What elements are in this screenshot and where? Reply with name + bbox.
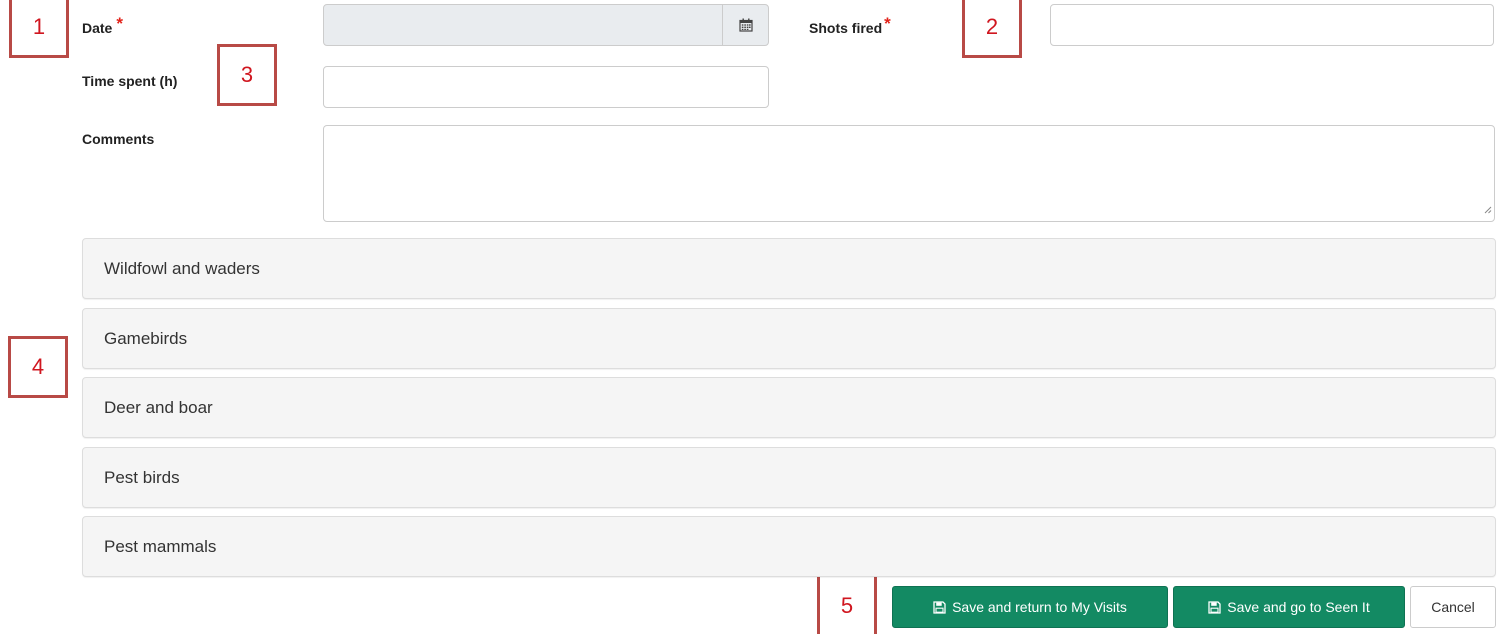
cancel-button[interactable]: Cancel xyxy=(1410,586,1496,628)
cancel-label: Cancel xyxy=(1431,599,1475,615)
comments-label: Comments xyxy=(82,131,154,147)
section-title: Pest birds xyxy=(104,467,180,487)
section-title: Wildfowl and waders xyxy=(104,258,260,278)
date-label: Date * xyxy=(82,14,123,38)
section-deer-and-boar[interactable]: Deer and boar xyxy=(82,377,1496,438)
annotation-number: 2 xyxy=(985,14,999,39)
date-field[interactable] xyxy=(323,4,769,46)
shots-fired-input[interactable] xyxy=(1050,4,1494,46)
annotation-marker-5: 5 xyxy=(817,574,877,634)
calendar-icon xyxy=(738,18,753,32)
shots-fired-label-text: Shots fired xyxy=(809,20,883,36)
section-title: Deer and boar xyxy=(104,397,213,417)
resize-handle-icon[interactable] xyxy=(1484,201,1492,219)
comments-label-text: Comments xyxy=(82,131,155,147)
save-return-button[interactable]: Save and return to My Visits xyxy=(892,586,1168,628)
annotation-number: 5 xyxy=(840,593,854,618)
section-gamebirds[interactable]: Gamebirds xyxy=(82,308,1496,369)
section-pest-birds[interactable]: Pest birds xyxy=(82,447,1496,508)
section-pest-mammals[interactable]: Pest mammals xyxy=(82,516,1496,577)
floppy-disk-icon xyxy=(933,600,946,614)
section-title: Gamebirds xyxy=(104,328,188,348)
annotation-marker-4: 4 xyxy=(8,336,68,398)
floppy-disk-icon xyxy=(1208,600,1221,614)
required-asterisk: * xyxy=(116,14,123,33)
shots-fired-label: Shots fired * xyxy=(809,14,891,38)
section-wildfowl-and-waders[interactable]: Wildfowl and waders xyxy=(82,238,1496,299)
annotation-number: 1 xyxy=(32,14,46,39)
required-asterisk: * xyxy=(884,14,891,33)
date-picker-button[interactable] xyxy=(722,5,768,45)
time-spent-label: Time spent (h) xyxy=(82,73,177,89)
section-title: Pest mammals xyxy=(104,536,217,556)
time-spent-label-text: Time spent (h) xyxy=(82,73,178,89)
annotation-marker-3: 3 xyxy=(217,44,277,106)
time-spent-input[interactable] xyxy=(323,66,769,108)
save-seen-it-button[interactable]: Save and go to Seen It xyxy=(1173,586,1405,628)
date-label-text: Date xyxy=(82,20,113,36)
annotation-number: 4 xyxy=(31,354,45,379)
save-return-label: Save and return to My Visits xyxy=(952,599,1127,615)
annotation-number: 3 xyxy=(240,62,254,87)
save-seen-it-label: Save and go to Seen It xyxy=(1227,599,1370,615)
comments-textarea[interactable] xyxy=(323,125,1495,222)
annotation-marker-1: 1 xyxy=(9,0,69,58)
annotation-marker-2: 2 xyxy=(962,0,1022,58)
